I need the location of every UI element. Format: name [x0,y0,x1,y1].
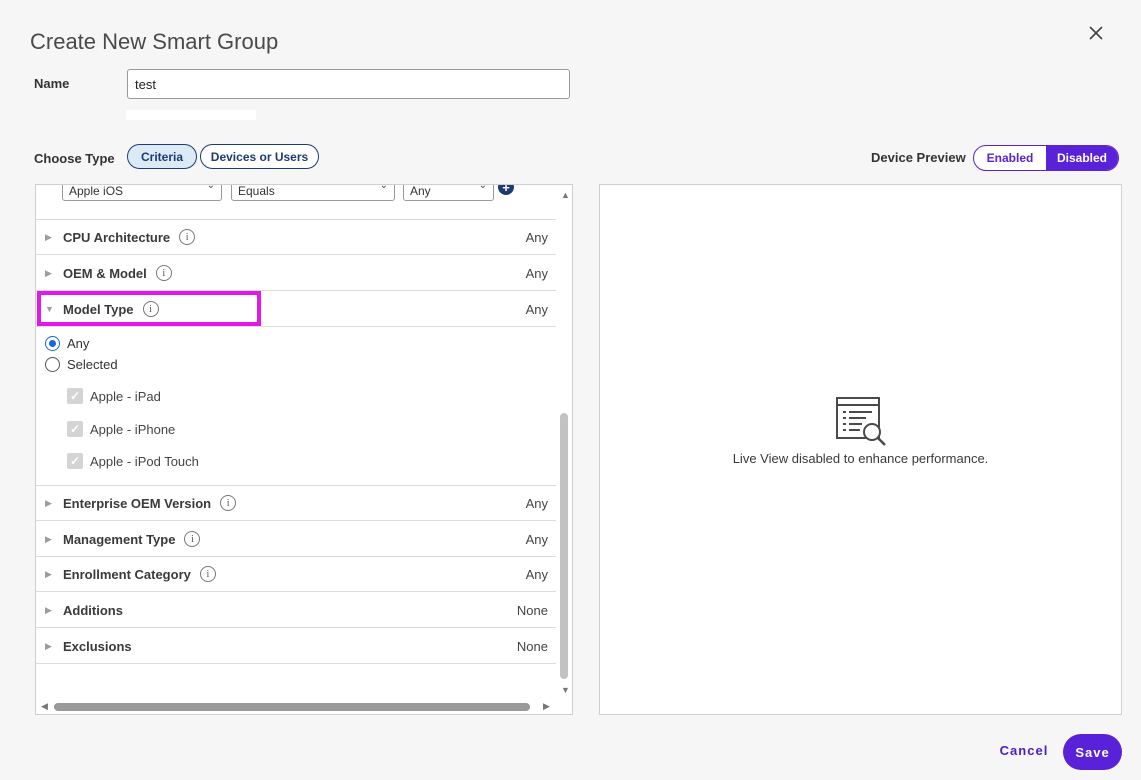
checkbox-label: Apple - iPhone [90,421,176,437]
criteria-row-label: Exclusions [63,638,132,654]
scroll-down-icon[interactable]: ▼ [561,685,570,695]
device-preview-toggle: Enabled Disabled [973,145,1119,171]
platform-select-value: Apple iOS [69,184,124,198]
checkbox-label: Apple - iPod Touch [90,453,199,469]
criteria-row-exclusions[interactable]: ▶ Exclusions None [36,629,556,664]
dialog-title: Create New Smart Group [30,29,279,54]
document-search-icon [834,395,888,449]
choose-type-label: Choose Type [34,151,115,166]
save-button[interactable]: Save [1063,734,1122,770]
device-preview-panel: Live View disabled to enhance performanc… [599,184,1122,715]
highlight-box [37,291,261,326]
vertical-scroll-thumb[interactable] [560,413,568,679]
name-input[interactable] [127,69,570,99]
device-preview-label: Device Preview [871,150,966,165]
criteria-row-label: Enterprise OEM Version [63,495,212,511]
vertical-scrollbar[interactable]: ▲ ▼ [557,185,572,699]
info-icon[interactable]: i [179,229,196,245]
radio-selected[interactable]: Selected [45,357,118,372]
caret-right-icon: ▶ [45,568,52,579]
caret-right-icon: ▶ [45,267,52,278]
cancel-button[interactable]: Cancel [995,743,1053,761]
criteria-row-value: Any [525,229,548,245]
name-label: Name [34,76,70,91]
preview-disabled-button[interactable]: Disabled [1046,146,1118,170]
criteria-row-additions[interactable]: ▶ Additions None [36,593,556,628]
criteria-panel: Apple iOS ⌄ Equals ⌄ Any ⌄ + ▶ CPU Archi… [35,184,573,715]
version-select[interactable]: Any ⌄ [403,184,494,201]
radio-label: Selected [67,357,118,372]
operator-select-value: Equals [238,184,275,198]
criteria-row-enterprise-oem-version[interactable]: ▶ Enterprise OEM Version i Any [36,486,556,521]
criteria-row-value: None [516,602,548,618]
criteria-row-value: Any [525,531,548,547]
radio-any[interactable]: Any [45,336,89,351]
chevron-down-icon: ⌄ [379,184,388,191]
criteria-row-label: Enrollment Category [63,566,191,582]
live-view-message: Live View disabled to enhance performanc… [732,451,989,466]
scroll-left-icon[interactable]: ◀ [41,701,48,712]
criteria-row-management-type[interactable]: ▶ Management Type i Any [36,522,556,557]
scroll-up-icon[interactable]: ▲ [561,190,570,200]
info-icon[interactable]: i [199,566,216,582]
checkmark-icon: ✓ [67,388,83,404]
name-hint [126,110,256,120]
caret-right-icon: ▶ [45,640,52,651]
criteria-row-label: OEM & Model [63,265,147,281]
preview-enabled-button[interactable]: Enabled [974,146,1046,170]
caret-right-icon: ▶ [45,231,52,242]
version-select-value: Any [410,184,431,198]
devices-or-users-button[interactable]: Devices or Users [200,144,319,169]
criteria-button[interactable]: Criteria [127,144,197,169]
checkbox-label: Apple - iPad [90,388,161,404]
horizontal-scrollbar[interactable]: ◀ ▶ [36,699,572,714]
checkbox-apple-ipod-touch[interactable]: ✓ Apple - iPod Touch [67,453,199,469]
caret-right-icon: ▶ [45,497,52,508]
criteria-row-label: Management Type [63,531,176,547]
operator-select[interactable]: Equals ⌄ [231,184,395,201]
checkbox-apple-iphone[interactable]: ✓ Apple - iPhone [67,421,175,437]
criteria-row-value: Any [525,495,548,511]
radio-unchecked-icon [45,357,60,372]
add-icon[interactable]: + [498,185,514,195]
caret-right-icon: ▶ [45,604,52,615]
radio-label: Any [67,336,90,351]
criteria-row-enrollment-category[interactable]: ▶ Enrollment Category i Any [36,557,556,592]
criteria-row-label: CPU Architecture [63,229,171,245]
info-icon[interactable]: i [220,495,237,511]
platform-select[interactable]: Apple iOS ⌄ [62,184,222,201]
criteria-row-value: Any [525,301,548,317]
checkmark-icon: ✓ [67,421,83,437]
chevron-down-icon: ⌄ [206,184,215,191]
platform-criteria-row: Apple iOS ⌄ Equals ⌄ Any ⌄ + [36,185,556,220]
criteria-row-value: Any [525,566,548,582]
checkbox-apple-ipad[interactable]: ✓ Apple - iPad [67,388,161,404]
criteria-row-value: Any [525,265,548,281]
radio-checked-icon [45,336,60,351]
criteria-row-value: None [516,638,548,654]
horizontal-scroll-thumb[interactable] [54,703,530,711]
chevron-down-icon: ⌄ [478,184,487,191]
scroll-right-icon[interactable]: ▶ [543,701,550,712]
criteria-row-cpu-architecture[interactable]: ▶ CPU Architecture i Any [36,220,556,255]
info-icon[interactable]: i [155,265,172,281]
criteria-row-label: Additions [63,602,123,618]
criteria-row-oem-model[interactable]: ▶ OEM & Model i Any [36,256,556,291]
info-icon[interactable]: i [184,531,201,547]
caret-right-icon: ▶ [45,533,52,544]
checkmark-icon: ✓ [67,453,83,469]
close-icon[interactable] [1085,22,1107,44]
